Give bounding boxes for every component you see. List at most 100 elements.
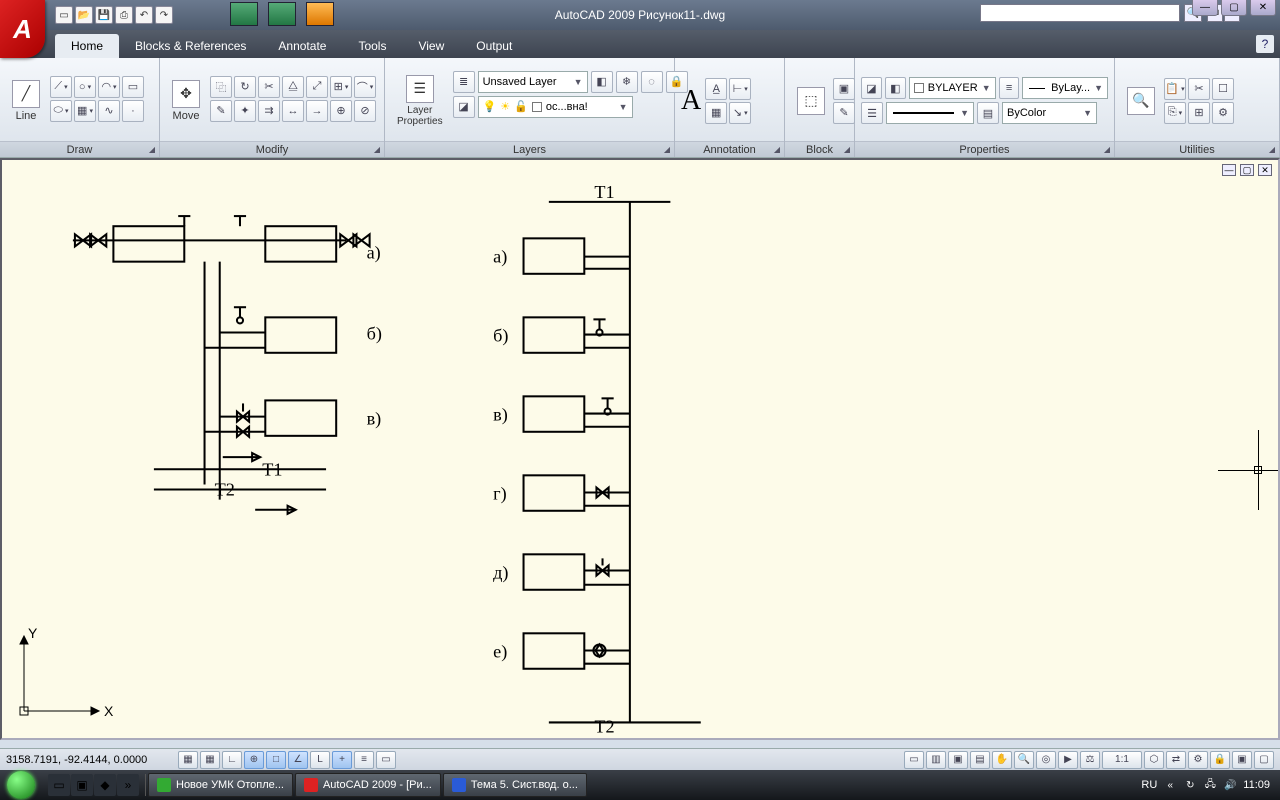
plotstyle-combo[interactable]: ByColor▼ — [1002, 102, 1097, 124]
color-combo[interactable]: BYLAYER▼ — [909, 77, 996, 99]
create-block-icon[interactable]: ▣ — [833, 78, 855, 100]
snap-toggle[interactable]: ▦ — [178, 751, 198, 769]
line-button[interactable]: ╱ Line — [6, 76, 46, 126]
copy-clip-icon[interactable]: ⎘ — [1164, 102, 1186, 124]
infocenter-search[interactable] — [980, 4, 1180, 22]
tab-view[interactable]: View — [402, 34, 460, 58]
minimize-button[interactable]: — — [1192, 0, 1218, 16]
help-icon[interactable]: ? — [1256, 35, 1274, 53]
offset-icon[interactable]: ⇉ — [258, 100, 280, 122]
join-icon[interactable]: ⊕ — [330, 100, 352, 122]
pan-icon[interactable]: ✋ — [992, 751, 1012, 769]
ellipse-icon[interactable]: ⬭ — [50, 100, 72, 122]
taskbar-item-2[interactable]: AutoCAD 2009 - [Ри... — [295, 773, 441, 797]
show-desktop-icon[interactable]: ▭ — [48, 774, 70, 796]
fillet-icon[interactable]: ⌒ — [354, 76, 376, 98]
tray-vol-icon[interactable]: 🔊 — [1223, 778, 1237, 792]
quickview-icon[interactable]: ▣ — [948, 751, 968, 769]
dimension-icon[interactable]: ⊢ — [729, 78, 751, 100]
select-color-icon[interactable]: ◧ — [885, 77, 906, 99]
layer-iso-icon[interactable]: ◧ — [591, 71, 613, 93]
tray-sync-icon[interactable]: ↻ — [1183, 778, 1197, 792]
measure-button[interactable]: 🔍 — [1121, 83, 1161, 119]
layer-state-combo[interactable]: Unsaved Layer▼ — [478, 71, 588, 93]
osnap-toggle[interactable]: □ — [266, 751, 286, 769]
layer-properties-button[interactable]: ☰ Layer Properties — [391, 71, 449, 131]
move-button[interactable]: ✥ Move — [166, 76, 206, 126]
mtext-icon[interactable]: A̲ — [705, 78, 727, 100]
grid-toggle[interactable]: ▦ — [200, 751, 220, 769]
lwt-toggle[interactable]: ≡ — [354, 751, 374, 769]
qat-open-icon[interactable]: 📂 — [75, 6, 93, 24]
tray-expand-icon[interactable]: « — [1163, 778, 1177, 792]
tab-home[interactable]: Home — [55, 34, 119, 58]
calc-icon[interactable]: ⊞ — [1188, 102, 1210, 124]
toolbar-lock-icon[interactable]: 🔒 — [1210, 751, 1230, 769]
arc-icon[interactable]: ◠ — [98, 76, 120, 98]
taskbar-item-1[interactable]: Новое УМК Отопле... — [148, 773, 293, 797]
taskbar-item-3[interactable]: Тема 5. Сист.вод. о... — [443, 773, 587, 797]
copy-icon[interactable]: ⿻ — [210, 76, 232, 98]
polar-toggle[interactable]: ⊕ — [244, 751, 264, 769]
layout-nav-icon[interactable]: ▥ — [926, 751, 946, 769]
rotate-icon[interactable]: ↻ — [234, 76, 256, 98]
layer-freeze-icon[interactable]: ❄ — [616, 71, 638, 93]
scale-readout[interactable]: 1:1 — [1102, 751, 1142, 769]
table-icon[interactable]: ▦ — [705, 102, 727, 124]
qat-save-icon[interactable]: 💾 — [95, 6, 113, 24]
tray-net-icon[interactable]: 🖧 — [1203, 778, 1217, 792]
insert-block-button[interactable]: ⬚ — [791, 83, 831, 119]
close-button[interactable]: ✕ — [1250, 0, 1276, 16]
tab-tools[interactable]: Tools — [342, 34, 402, 58]
maximize-button[interactable]: ▢ — [1221, 0, 1247, 16]
text-big-icon[interactable]: A — [681, 85, 701, 117]
scale-icon[interactable]: ⤢ — [306, 76, 328, 98]
rect-icon[interactable]: ▭ — [122, 76, 144, 98]
ducs-toggle[interactable]: L — [310, 751, 330, 769]
qat-undo-icon[interactable]: ↶ — [135, 6, 153, 24]
quick-select-icon[interactable]: ⚙ — [1212, 102, 1234, 124]
tab-blocks[interactable]: Blocks & References — [119, 34, 262, 58]
mirror-icon[interactable]: ⧋ — [282, 76, 304, 98]
match-props-icon[interactable]: ◪ — [861, 77, 882, 99]
hardware-icon[interactable]: ▣ — [1232, 751, 1252, 769]
layer-combo[interactable]: 💡☀🔓 ос...вна!▼ — [478, 96, 633, 118]
layer-state-icon[interactable]: ≣ — [453, 71, 475, 93]
list-icon[interactable]: ☰ — [861, 102, 883, 124]
extend-icon[interactable]: → — [306, 100, 328, 122]
tab-output[interactable]: Output — [460, 34, 528, 58]
quickview2-icon[interactable]: ▤ — [970, 751, 990, 769]
circle-icon[interactable]: ○ — [74, 76, 96, 98]
qp-toggle[interactable]: ▭ — [376, 751, 396, 769]
ql-expand-icon[interactable]: » — [117, 774, 139, 796]
qat-print-icon[interactable]: ⎙ — [115, 6, 133, 24]
wheel-icon[interactable]: ◎ — [1036, 751, 1056, 769]
point-icon[interactable]: · — [122, 100, 144, 122]
thumb-1[interactable] — [230, 2, 258, 26]
start-button[interactable] — [2, 770, 40, 800]
model-toggle[interactable]: ▭ — [904, 751, 924, 769]
zoom-icon[interactable]: 🔍 — [1014, 751, 1034, 769]
dyn-toggle[interactable]: + — [332, 751, 352, 769]
layer-off-icon[interactable]: ◌ — [641, 71, 663, 93]
clean-screen-icon[interactable]: ▢ — [1254, 751, 1274, 769]
paste-icon[interactable]: 📋 — [1164, 78, 1186, 100]
thumb-3[interactable] — [306, 2, 334, 26]
layer-match-icon[interactable]: ◪ — [453, 96, 475, 118]
switch-windows-icon[interactable]: ▣ — [71, 774, 93, 796]
otrack-toggle[interactable]: ∠ — [288, 751, 308, 769]
cut-icon[interactable]: ✂ — [1188, 78, 1210, 100]
linetype-combo[interactable]: ByLay...▼ — [1022, 77, 1108, 99]
array-icon[interactable]: ⊞ — [330, 76, 352, 98]
explode-icon[interactable]: ✦ — [234, 100, 256, 122]
app-menu-logo[interactable]: A — [0, 0, 45, 58]
ql-app-icon[interactable]: ◆ — [94, 774, 116, 796]
break-icon[interactable]: ⊘ — [354, 100, 376, 122]
qat-redo-icon[interactable]: ↷ — [155, 6, 173, 24]
polyline-icon[interactable]: ⟋ — [50, 76, 72, 98]
qat-new-icon[interactable]: ▭ — [55, 6, 73, 24]
ortho-toggle[interactable]: ∟ — [222, 751, 242, 769]
lang-indicator[interactable]: RU — [1141, 779, 1157, 791]
stretch-icon[interactable]: ↔ — [282, 100, 304, 122]
ws-switch-icon[interactable]: ⚙ — [1188, 751, 1208, 769]
